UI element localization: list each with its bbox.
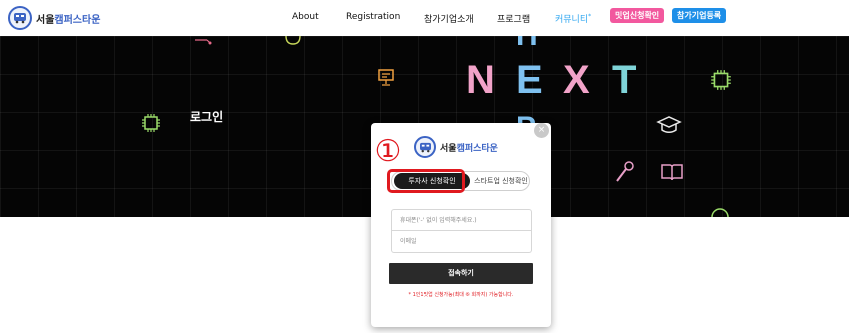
phone-field[interactable]: 휴대폰('-' 없이 입력해주세요.)	[391, 209, 532, 231]
nav-registration[interactable]: Registration	[346, 12, 400, 22]
banner-letter-e: E	[516, 58, 543, 102]
meetup-check-button[interactable]: 밋업신청확인	[610, 8, 665, 23]
presentation-icon	[378, 69, 394, 86]
chip-icon-right	[711, 70, 731, 90]
banner-letter-partial-top: H	[516, 36, 538, 56]
bus-icon	[414, 136, 436, 158]
book-icon	[661, 164, 683, 181]
circuit-icon	[195, 39, 212, 45]
email-field[interactable]: 이메일	[391, 231, 532, 253]
header: 서울캠퍼스타운 About Registration 참가기업소개 프로그램 커…	[0, 0, 859, 36]
nav-community-badge: *	[588, 13, 592, 20]
page: 서울캠퍼스타운 About Registration 참가기업소개 프로그램 커…	[0, 0, 859, 333]
annotation-highlight-box	[387, 169, 465, 193]
page-title: 로그인	[190, 110, 224, 124]
chip-icon	[142, 114, 160, 132]
banner-letter-n: N	[466, 58, 495, 102]
tab-startup-check[interactable]: 스타트업 신청확인	[472, 173, 530, 189]
nav-companies[interactable]: 참가기업소개	[424, 12, 474, 25]
nav-community-label: 커뮤니티	[555, 15, 589, 25]
gear-icon	[711, 208, 729, 217]
graduation-cap-icon	[656, 116, 682, 133]
nav-community[interactable]: 커뮤니티*	[555, 12, 591, 25]
site-logo[interactable]: 서울캠퍼스타운	[8, 6, 100, 30]
modal-logo: 서울캠퍼스타운	[414, 136, 498, 158]
banner-letter-x: X	[563, 58, 590, 102]
logo-text: 서울캠퍼스타운	[36, 14, 101, 26]
connect-button[interactable]: 접속하기	[389, 263, 533, 284]
bulb-icon	[285, 36, 301, 45]
bus-icon	[8, 6, 32, 30]
microphone-icon	[616, 161, 634, 182]
annotation-number: ①	[374, 134, 402, 169]
close-icon[interactable]: ×	[534, 123, 549, 138]
banner-letter-t: T	[612, 58, 637, 102]
company-register-button[interactable]: 참가기업등록	[672, 8, 727, 23]
notice-text: * 1인1밋업 신청가능(최대 ⑥ 회까지) 가능합니다.	[408, 292, 514, 298]
nav-program[interactable]: 프로그램	[497, 12, 530, 25]
nav-about[interactable]: About	[292, 12, 319, 22]
modal-logo-text: 서울캠퍼스타운	[440, 143, 498, 154]
